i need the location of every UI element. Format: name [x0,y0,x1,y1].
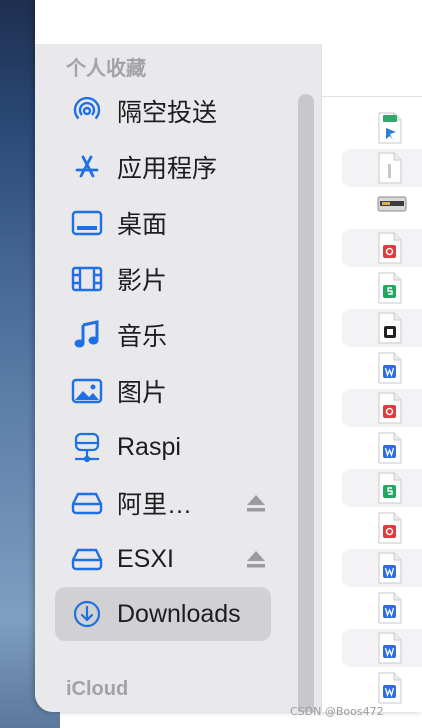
sidebar-item-aliyun-drive[interactable]: 阿里… [55,476,269,530]
drive-icon [69,541,105,577]
music-icon [69,317,105,353]
movies-icon [69,261,105,297]
sidebar-item-label: 应用程序 [117,155,218,183]
sidebar: 个人收藏 隔空投送 应用程序 桌面 影片 音乐 图片 Raspi 阿里… ESX… [35,44,321,712]
generic-file-icon[interactable] [377,152,403,184]
sidebar-item-pictures[interactable]: 图片 [55,364,269,418]
sidebar-item-label: Downloads [117,599,241,628]
network-server-icon [69,429,105,465]
pdf-file-icon[interactable] [377,392,403,424]
file-list-header [322,44,422,97]
sidebar-item-label: 桌面 [117,211,168,239]
sidebar-item-label: ESXI [117,544,174,573]
drive-icon [69,485,105,521]
word-file-icon[interactable] [377,592,403,624]
sidebar-item-esxi[interactable]: ESXI [55,532,269,586]
sidebar-item-label: Raspi [117,432,181,461]
desktop-icon [69,205,105,241]
airdrop-icon [69,93,105,129]
word-file-icon[interactable] [377,552,403,584]
eject-icon[interactable] [245,492,267,514]
torrent-file-icon[interactable] [377,112,403,144]
window-toolbar [35,0,422,44]
spreadsheet-file-icon[interactable] [377,272,403,304]
pdf-file-icon[interactable] [377,512,403,544]
sidebar-item-airdrop[interactable]: 隔空投送 [55,84,269,138]
favorites-header: 个人收藏 [66,58,146,80]
eject-icon[interactable] [245,548,267,570]
sidebar-item-music[interactable]: 音乐 [55,308,269,362]
watermark: CSDN @Boos472 [290,705,384,718]
applications-icon [69,149,105,185]
sidebar-item-label: 影片 [117,267,168,295]
word-file-icon[interactable] [377,672,403,704]
icloud-header: iCloud [66,678,129,700]
sidebar-item-label: 音乐 [117,323,168,351]
word-file-icon[interactable] [377,632,403,664]
app-file-icon[interactable] [377,312,403,344]
finder-window: 个人收藏 隔空投送 应用程序 桌面 影片 音乐 图片 Raspi 阿里… ESX… [35,0,422,712]
spreadsheet-file-icon[interactable] [377,472,403,504]
sidebar-item-applications[interactable]: 应用程序 [55,140,269,194]
sidebar-item-raspi[interactable]: Raspi [55,420,269,474]
pictures-icon [69,373,105,409]
sidebar-item-label: 图片 [117,379,168,407]
sidebar-item-downloads[interactable]: Downloads [55,587,271,641]
downloads-icon [69,596,105,632]
sidebar-item-label: 阿里… [117,491,193,519]
word-file-icon[interactable] [377,352,403,384]
pdf-file-icon[interactable] [377,232,403,264]
word-file-icon[interactable] [377,432,403,464]
file-list [321,44,422,712]
sidebar-item-label: 隔空投送 [117,99,218,127]
sidebar-item-movies[interactable]: 影片 [55,252,269,306]
sidebar-item-desktop[interactable]: 桌面 [55,196,269,250]
sidebar-scrollbar[interactable] [298,94,314,712]
installer-file-icon[interactable] [377,192,407,224]
